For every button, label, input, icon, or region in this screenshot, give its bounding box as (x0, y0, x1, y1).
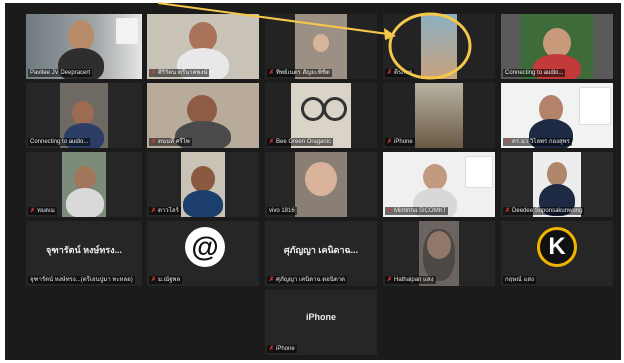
participant-tile[interactable]: ✗ ตีรภัทร (383, 14, 495, 79)
participant-name: ✗ ศุภัญญา เคนิดาฉ ดอนิดาด (267, 276, 348, 284)
participant-name: ✗vivo 1816 (267, 207, 297, 215)
org-logo (116, 18, 138, 44)
mic-muted-icon: ✗ (505, 139, 511, 145)
bicycle-wheel-icon (301, 97, 325, 121)
participant-name: ✗จุฑารัตน์ หงษ์ทรง...(ตรีเอนปูมา ทะหลอ) (28, 276, 135, 284)
participant-tile[interactable]: ✗Connecting to audio... (26, 83, 142, 148)
mic-muted-icon: ✗ (387, 208, 393, 214)
mic-muted-icon: ✗ (387, 277, 393, 283)
participant-tile[interactable]: ✗ Hathaipan แสง (383, 221, 495, 286)
participant-face (305, 162, 337, 196)
org-logo (579, 87, 611, 125)
mic-muted-icon: ✗ (151, 277, 157, 283)
participant-name: ✗ ดร.ฉว วิไลพร กองสุพร (503, 138, 572, 146)
participant-tile[interactable]: ✗ Deedee Soponsakunwong (501, 152, 613, 217)
participant-name: ✗Connecting to audio... (28, 138, 91, 146)
participant-tile[interactable]: ✗ ดาวโลร์ (147, 152, 259, 217)
participant-name: ✗Connecting to audio... (503, 69, 566, 77)
mic-muted-icon: ✗ (269, 70, 275, 76)
mic-muted-icon: ✗ (505, 208, 511, 214)
participant-tile[interactable]: ✗ หมดเม (26, 152, 142, 217)
video-gallery: ✗Pavitee JV Deepracert ✗ศิริรัตน ตรีนาคพ… (5, 3, 621, 360)
participant-face (313, 34, 329, 52)
participant-body (183, 190, 223, 217)
participant-display-name: iPhone (305, 312, 336, 322)
mic-muted-icon: ✗ (269, 277, 275, 283)
participant-name: ✗ ทิพย์เนตร สัญยะพิชิต (267, 69, 332, 77)
participant-tile[interactable]: ✗ iPhone (383, 83, 495, 148)
participant-face (423, 164, 447, 190)
mic-muted-icon: ✗ (151, 208, 157, 214)
participant-tile[interactable]: @ ✗ ม.ณัฐพล (147, 221, 259, 286)
mic-muted-icon: ✗ (387, 139, 393, 145)
mic-muted-icon: ✗ (269, 139, 275, 145)
mic-muted-icon: ✗ (30, 208, 36, 214)
participant-hair (423, 229, 455, 281)
participant-name: ✗ Mimtrtna SICOMKT (385, 207, 449, 215)
participant-tile[interactable]: ✗ Mimtrtna SICOMKT (383, 152, 495, 217)
participant-tile[interactable]: ✗Pavitee JV Deepracert (26, 14, 142, 79)
participant-tile[interactable]: ✗ ศิริรัตน ตรีนาคพงษ์ (147, 14, 259, 79)
mic-muted-icon: ✗ (269, 346, 275, 352)
participant-tile[interactable]: ✗vivo 1816 (265, 152, 377, 217)
participant-name: ✗ iPhone (385, 138, 415, 146)
participant-display-name: จุฑารัตน์ หงษ์ทรง... (45, 245, 123, 255)
participant-name: ✗ Deedee Soponsakunwong (503, 207, 585, 215)
participant-name: ✗ ศิริรัตน ตรีนาคพงษ์ (149, 69, 210, 77)
participant-face (74, 166, 96, 190)
participant-name: ✗ Hathaipan แสง (385, 276, 436, 284)
bicycle-wheel-icon (323, 97, 347, 121)
participant-tile[interactable]: ✗ Bee Green Oraganic (265, 83, 377, 148)
participant-tile[interactable]: iPhone ✗ iPhone (265, 290, 377, 355)
mic-muted-icon: ✗ (151, 70, 157, 76)
participant-tile[interactable]: จุฑารัตน์ หงษ์ทรง... ✗จุฑารัตน์ หงษ์ทรง.… (26, 221, 142, 286)
participant-name: ✗ iPhone (267, 345, 297, 353)
participant-face (191, 166, 215, 192)
participant-display-name: ศุภัญญา เคนิดาฉ... (283, 245, 359, 255)
participant-face (547, 162, 567, 186)
mic-muted-icon: ✗ (151, 139, 157, 145)
k-logo-avatar-icon: K (537, 227, 577, 267)
participant-body (66, 188, 104, 217)
participant-tile[interactable]: ✗ ตนนที ศรีไพ (147, 83, 259, 148)
participant-name: ✗กฤษณ์ แสง (503, 276, 536, 284)
participant-name: ✗Pavitee JV Deepracert (28, 69, 93, 77)
participant-tile[interactable]: ✗ ดร.ฉว วิไลพร กองสุพร (501, 83, 613, 148)
participant-tile[interactable]: ✗ ทิพย์เนตร สัญยะพิชิต (265, 14, 377, 79)
mic-muted-icon: ✗ (387, 70, 393, 76)
participant-name: ✗ ม.ณัฐพล (149, 276, 183, 284)
participant-video (421, 14, 457, 79)
participant-name: ✗ Bee Green Oraganic (267, 138, 334, 146)
participant-tile[interactable]: ✗Connecting to audio... (501, 14, 613, 79)
participant-name: ✗ หมดเม (28, 207, 57, 215)
participant-tile[interactable]: K ✗กฤษณ์ แสง (501, 221, 613, 286)
participant-name: ✗ ดาวโลร์ (149, 207, 181, 215)
participant-video (415, 83, 463, 148)
participant-name: ✗ ตนนที ศรีไพ (149, 138, 192, 146)
at-sign-avatar-icon: @ (185, 227, 225, 267)
org-logo (465, 156, 493, 188)
participant-name: ✗ ตีรภัทร (385, 69, 415, 77)
participant-face (72, 101, 94, 125)
participant-tile[interactable]: ศุภัญญา เคนิดาฉ... ✗ ศุภัญญา เคนิดาฉ ดอนิ… (265, 221, 377, 286)
